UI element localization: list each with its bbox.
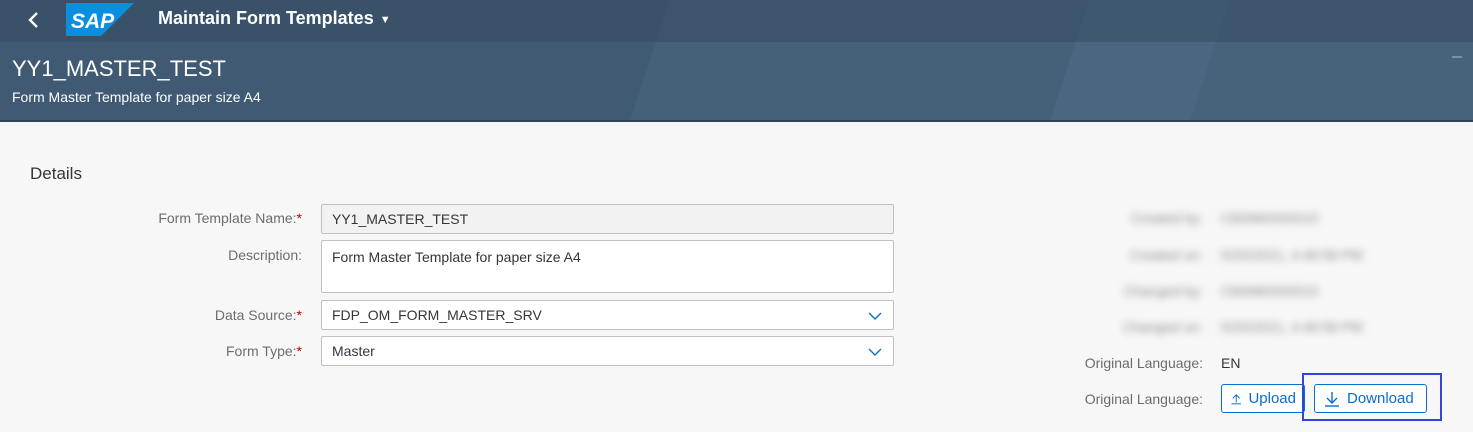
created-by-label: Created by:: [1130, 210, 1203, 226]
created-by-value: CB9980000010: [1221, 210, 1319, 226]
description-field[interactable]: Form Master Template for paper size A4: [321, 240, 894, 293]
back-button[interactable]: [18, 5, 50, 35]
download-label: Download: [1347, 390, 1414, 407]
chevron-down-icon[interactable]: [867, 344, 883, 360]
form-template-name-label: Form Template Name:*: [158, 210, 302, 226]
file-actions-label: Original Language:: [1084, 391, 1203, 407]
download-icon: [1325, 391, 1339, 407]
created-on-value: 5/20/2021, 4:49:58 PM: [1221, 247, 1363, 263]
form-type-select[interactable]: Master: [321, 336, 894, 366]
created-on-label: Created on:: [1129, 247, 1203, 263]
changed-on-value: 5/20/2021, 4:49:58 PM: [1221, 319, 1363, 335]
original-language-label: Original Language:: [1084, 355, 1203, 371]
object-title: YY1_MASTER_TEST: [12, 56, 226, 81]
data-source-select[interactable]: FDP_OM_FORM_MASTER_SRV: [321, 300, 894, 330]
object-subtitle: Form Master Template for paper size A4: [12, 89, 261, 105]
details-section: Details Form Template Name:* YY1_MASTER_…: [0, 122, 1473, 432]
chevron-down-icon[interactable]: [867, 308, 883, 324]
sap-logo[interactable]: SAP: [66, 3, 134, 36]
logo-text: SAP: [71, 10, 115, 33]
download-button[interactable]: Download: [1314, 384, 1427, 413]
changed-on-label: Changed on:: [1122, 319, 1203, 335]
app-title-menu[interactable]: Maintain Form Templates ▼: [158, 8, 391, 29]
header-collapse-handle[interactable]: [1452, 56, 1462, 58]
form-template-name-field[interactable]: YY1_MASTER_TEST: [321, 204, 894, 234]
form-type-label: Form Type:*: [226, 343, 302, 359]
caret-down-icon: ▼: [379, 13, 391, 26]
changed-by-value: CB9980000010: [1221, 283, 1319, 299]
original-language-value: EN: [1221, 355, 1241, 371]
section-title: Details: [30, 164, 82, 183]
back-arrow-icon: [28, 12, 38, 28]
upload-label: Upload: [1248, 390, 1296, 407]
upload-icon: [1231, 393, 1242, 404]
data-source-label: Data Source:*: [214, 307, 302, 323]
description-label: Description:: [228, 247, 302, 263]
shell-header: SAP Maintain Form Templates ▼ YY1_MASTER…: [0, 0, 1473, 122]
upload-button[interactable]: Upload: [1221, 384, 1305, 413]
app-title: Maintain Form Templates: [158, 8, 374, 28]
changed-by-label: Changed by:: [1123, 283, 1203, 299]
